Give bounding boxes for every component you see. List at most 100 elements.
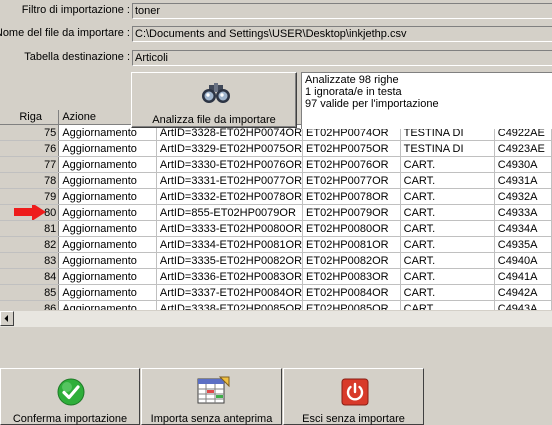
table-cell: C4934A — [494, 220, 552, 237]
power-exit-icon — [341, 378, 369, 406]
table-cell: ArtID=3335-ET02HP0082OR — [156, 252, 304, 269]
table-cell: CART. — [400, 172, 495, 189]
table-cell: Aggiornamento — [58, 172, 157, 189]
table-cell: ET02HP0075OR — [302, 140, 401, 157]
table-row[interactable]: 78 Aggiornamento ArtID=3331-ET02HP0077OR ET… — [0, 172, 552, 189]
row-number-cell[interactable]: 80 — [0, 204, 60, 221]
table-cell: C4942A — [494, 284, 552, 301]
table-cell: CART. — [400, 204, 495, 221]
table-row[interactable]: 79 Aggiornamento ArtID=3332-ET02HP0078OR ET… — [0, 188, 552, 205]
importa-label: Importa senza anteprima — [150, 413, 273, 425]
table-cell: CART. — [400, 284, 495, 301]
tabella-label: Tabella destinazione : — [24, 51, 130, 63]
table-cell: ET02HP0080OR — [302, 220, 401, 237]
table-row[interactable]: 76 Aggiornamento ArtID=3329-ET02HP0075OR ET… — [0, 140, 552, 157]
scroll-left-arrow-icon — [4, 315, 8, 322]
grid-table: Riga Azione 75 Aggiornamento ArtID=3328-ET… — [0, 110, 552, 310]
table-row[interactable]: 82 Aggiornamento ArtID=3334-ET02HP0081OR ET… — [0, 236, 552, 253]
conferma-label: Conferma importazione — [12, 413, 128, 425]
file-path-field[interactable]: C:\Documents and Settings\USER\Desktop\i… — [132, 26, 552, 42]
table-cell: CART. — [400, 300, 495, 310]
filtro-label: Filtro di importazione : — [21, 4, 130, 16]
table-cell: Aggiornamento — [58, 252, 157, 269]
row-number-cell[interactable]: 76 — [0, 140, 60, 157]
horizontal-scrollbar[interactable] — [0, 310, 552, 327]
table-cell: CART. — [400, 220, 495, 237]
table-cell: Aggiornamento — [58, 188, 157, 205]
table-cell: Aggiornamento — [58, 284, 157, 301]
table-cell: CART. — [400, 188, 495, 205]
table-cell: TESTINA DI — [400, 140, 495, 157]
table-cell: C4935A — [494, 236, 552, 253]
conferma-importazione-button[interactable]: Conferma importazione — [0, 368, 140, 425]
table-row[interactable]: 84 Aggiornamento ArtID=3336-ET02HP0083OR ET… — [0, 268, 552, 285]
row-number-cell[interactable]: 85 — [0, 284, 60, 301]
table-cell: Aggiornamento — [58, 204, 157, 221]
table-cell: ET02HP0077OR — [302, 172, 401, 189]
check-icon — [57, 378, 85, 406]
table-row[interactable]: 83 Aggiornamento ArtID=3335-ET02HP0082OR ET… — [0, 252, 552, 269]
row-number-cell[interactable]: 79 — [0, 188, 60, 205]
table-cell: ET02HP0085OR — [302, 300, 401, 310]
import-preview-grid[interactable]: Riga Azione 75 Aggiornamento ArtID=3328-ET… — [0, 110, 552, 310]
table-cell: ArtID=855-ET02HP0079OR — [156, 204, 304, 221]
analizza-button[interactable]: Analizza file da importare — [131, 72, 297, 128]
table-cell: CART. — [400, 268, 495, 285]
table-cell: ET02HP0083OR — [302, 268, 401, 285]
row-number-cell[interactable]: 77 — [0, 156, 60, 173]
table-cell: ET02HP0079OR — [302, 204, 401, 221]
current-row-arrow-icon — [14, 204, 46, 220]
table-row[interactable]: 80 Aggiornamento ArtID=855-ET02HP0079OR ET0… — [0, 204, 552, 221]
table-cell: ArtID=3337-ET02HP0084OR — [156, 284, 304, 301]
summary-line-1: Analizzate 98 righe — [305, 74, 399, 86]
table-cell: ArtID=3330-ET02HP0076OR — [156, 156, 304, 173]
table-cell: C4933A — [494, 204, 552, 221]
row-number-cell[interactable]: 86 — [0, 300, 60, 310]
grid-body: 75 Aggiornamento ArtID=3328-ET02HP0074OR ET… — [0, 124, 552, 310]
table-cell: ArtID=3336-ET02HP0083OR — [156, 268, 304, 285]
table-cell: Aggiornamento — [58, 140, 157, 157]
table-cell: C4940A — [494, 252, 552, 269]
table-cell: ArtID=3333-ET02HP0080OR — [156, 220, 304, 237]
table-cell: Aggiornamento — [58, 220, 157, 237]
row-number-cell[interactable]: 82 — [0, 236, 60, 253]
tabella-field[interactable]: Articoli — [132, 50, 552, 66]
table-cell: CART. — [400, 252, 495, 269]
summary-line-2: 1 ignorata/e in testa — [305, 86, 402, 98]
table-row[interactable]: 81 Aggiornamento ArtID=3333-ET02HP0080OR ET… — [0, 220, 552, 237]
spreadsheet-icon — [197, 376, 230, 404]
table-cell: C4932A — [494, 188, 552, 205]
table-cell: ET02HP0084OR — [302, 284, 401, 301]
row-number-cell[interactable]: 75 — [0, 124, 60, 141]
table-cell: C4931A — [494, 172, 552, 189]
table-cell: ArtID=3329-ET02HP0075OR — [156, 140, 304, 157]
esci-label: Esci senza importare — [302, 413, 405, 425]
table-cell: Aggiornamento — [58, 236, 157, 253]
analysis-summary: Analizzate 98 righe 1 ignorata/e in test… — [301, 72, 552, 129]
table-cell: Aggiornamento — [58, 156, 157, 173]
table-cell: ArtID=3331-ET02HP0077OR — [156, 172, 304, 189]
table-row[interactable]: 85 Aggiornamento ArtID=3337-ET02HP0084OR ET… — [0, 284, 552, 301]
table-cell: ET02HP0082OR — [302, 252, 401, 269]
table-cell: ET02HP0081OR — [302, 236, 401, 253]
filtro-field[interactable]: toner — [132, 3, 552, 19]
table-cell: ArtID=3332-ET02HP0078OR — [156, 188, 304, 205]
row-number-cell[interactable]: 78 — [0, 172, 60, 189]
table-row[interactable]: 77 Aggiornamento ArtID=3330-ET02HP0076OR ET… — [0, 156, 552, 173]
table-cell: ArtID=3334-ET02HP0081OR — [156, 236, 304, 253]
table-cell: Aggiornamento — [58, 268, 157, 285]
table-cell: Aggiornamento — [58, 300, 157, 310]
row-number-cell[interactable]: 83 — [0, 252, 60, 269]
summary-line-3: 97 valide per l'importazione — [305, 98, 439, 110]
table-cell: ET02HP0076OR — [302, 156, 401, 173]
row-number-cell[interactable]: 84 — [0, 268, 60, 285]
row-number-cell[interactable]: 81 — [0, 220, 60, 237]
table-row[interactable]: 86 Aggiornamento ArtID=3338-ET02HP0085OR ET… — [0, 300, 552, 310]
importa-senza-anteprima-button[interactable]: Importa senza anteprima — [141, 368, 282, 425]
esci-senza-importare-button[interactable]: Esci senza importare — [283, 368, 424, 425]
file-label: Nome del file da importare : — [0, 27, 130, 39]
scroll-left-button[interactable] — [0, 311, 14, 326]
table-cell: ET02HP0078OR — [302, 188, 401, 205]
column-header-riga[interactable]: Riga — [0, 110, 60, 125]
table-cell: CART. — [400, 236, 495, 253]
